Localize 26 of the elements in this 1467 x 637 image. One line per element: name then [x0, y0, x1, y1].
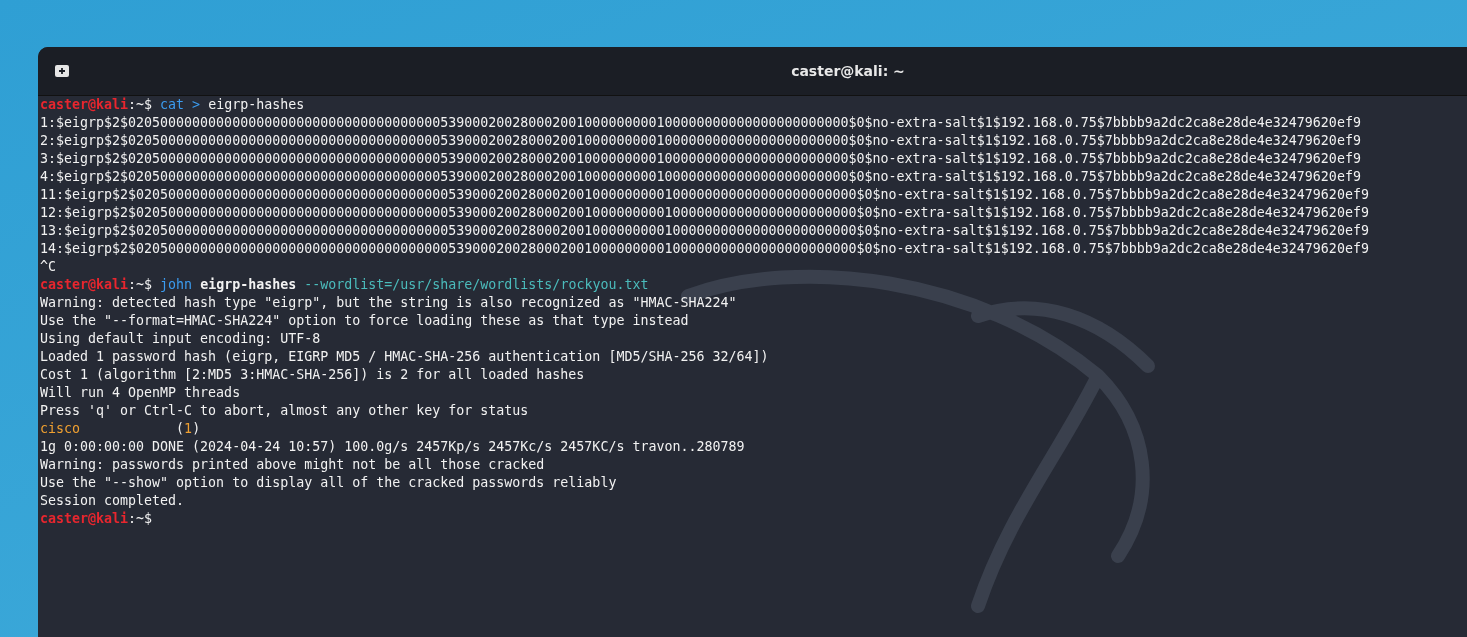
- terminal-line: 1g 0:00:00:00 DONE (2024-04-24 10:57) 100.0g/s 2457Kp/s 2457Kc/s 2457KC/s travon..280789: [40, 438, 745, 456]
- terminal-line: Cost 1 (algorithm [2:MD5 3:HMAC-SHA-256]) is 2 for all loaded hashes: [40, 366, 585, 384]
- terminal-line: Will run 4 OpenMP threads: [40, 384, 241, 402]
- terminal-line: 14:$eigrp$2$020500000000000000000000000000000000000539000200280002001000000000100000000000000000000000$0$no-extra-salt$1$192.168.0.75$7bbbb9a2dc2ca8e28de4e32479620ef9: [40, 240, 1369, 258]
- terminal-line: 1:$eigrp$2$020500000000000000000000000000000000000539000200280002001000000000100000000000000000000000$0$no-extra-salt$1$192.168.0.75$7bbbb9a2dc2ca8e28de4e32479620ef9: [40, 114, 1361, 132]
- terminal-line: ^C: [40, 258, 56, 276]
- terminal-line: Using default input encoding: UTF-8: [40, 330, 321, 348]
- terminal-line: 2:$eigrp$2$020500000000000000000000000000000000000539000200280002001000000000100000000000000000000000$0$no-extra-salt$1$192.168.0.75$7bbbb9a2dc2ca8e28de4e32479620ef9: [40, 132, 1361, 150]
- terminal-line: Warning: passwords printed above might not be all those cracked: [40, 456, 545, 474]
- terminal-line: 4:$eigrp$2$020500000000000000000000000000000000000539000200280002001000000000100000000000000000000000$0$no-extra-salt$1$192.168.0.75$7bbbb9a2dc2ca8e28de4e32479620ef9: [40, 168, 1361, 186]
- terminal-line: Loaded 1 password hash (eigrp, EIGRP MD5 / HMAC-SHA-256 authentication [MD5/SHA-256 32/64]): [40, 348, 769, 366]
- terminal-line: caster@kali:~$ john eigrp-hashes --wordlist=/usr/share/wordlists/rockyou.txt: [40, 276, 649, 294]
- terminal-line: Warning: detected hash type "eigrp", but the string is also recognized as "HMAC-SHA224": [40, 294, 737, 312]
- terminal-line: 11:$eigrp$2$020500000000000000000000000000000000000539000200280002001000000000100000000000000000000000$0$no-extra-salt$1$192.168.0.75$7bbbb9a2dc2ca8e28de4e32479620ef9: [40, 186, 1369, 204]
- terminal-line: cisco (1): [40, 420, 201, 438]
- terminal-line: 12:$eigrp$2$020500000000000000000000000000000000000539000200280002001000000000100000000000000000000000$0$no-extra-salt$1$192.168.0.75$7bbbb9a2dc2ca8e28de4e32479620ef9: [40, 204, 1369, 222]
- terminal-line: 3:$eigrp$2$020500000000000000000000000000000000000539000200280002001000000000100000000000000000000000$0$no-extra-salt$1$192.168.0.75$7bbbb9a2dc2ca8e28de4e32479620ef9: [40, 150, 1361, 168]
- terminal-line: 13:$eigrp$2$020500000000000000000000000000000000000539000200280002001000000000100000000000000000000000$0$no-extra-salt$1$192.168.0.75$7bbbb9a2dc2ca8e28de4e32479620ef9: [40, 222, 1369, 240]
- new-tab-icon[interactable]: [55, 65, 69, 77]
- terminal-line: caster@kali:~$: [40, 510, 153, 528]
- terminal-line: Session completed.: [40, 492, 185, 510]
- terminal-line: caster@kali:~$ cat > eigrp-hashes: [40, 96, 305, 114]
- terminal-line: Press 'q' or Ctrl-C to abort, almost any other key for status: [40, 402, 529, 420]
- terminal-line: Use the "--show" option to display all of the cracked passwords reliably: [40, 474, 617, 492]
- window-title: caster@kali: ~: [790, 63, 906, 79]
- terminal-line: Use the "--format=HMAC-SHA224" option to force loading these as that type instead: [40, 312, 689, 330]
